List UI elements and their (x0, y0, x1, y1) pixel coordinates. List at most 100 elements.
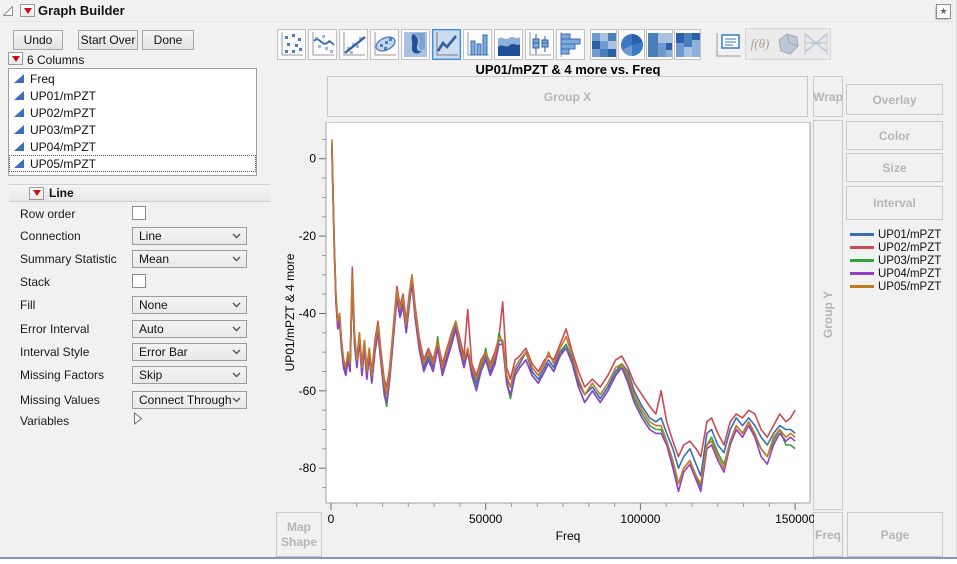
column-item-freq[interactable]: Freq (9, 70, 256, 87)
interval-label: Interval (873, 196, 916, 210)
variables-disclosure-icon[interactable] (133, 412, 143, 425)
legend-line-swatch (850, 233, 874, 236)
gallery-mosaic-button[interactable] (674, 29, 701, 60)
legend-line-swatch (850, 285, 874, 288)
legend-item[interactable]: UP02/mPZT (850, 241, 941, 254)
interval-style-label: Interval Style (20, 345, 89, 359)
chevron-down-icon (232, 397, 241, 403)
graph-builder-window: Graph Builder ★ Undo Start Over Done 6 C… (0, 0, 957, 557)
line-red-triangle-button[interactable] (29, 187, 44, 200)
red-triangle-menu-button[interactable] (20, 4, 35, 17)
svg-text:100000: 100000 (620, 512, 660, 526)
drop-zone-size[interactable]: Size (846, 153, 943, 182)
gallery-area-button[interactable] (494, 29, 523, 60)
missing-values-select[interactable]: Connect Through (132, 391, 247, 409)
gallery-parallel-button (803, 31, 829, 57)
continuous-column-icon (13, 73, 25, 84)
summary-statistic-value: Mean (139, 252, 169, 266)
legend-item[interactable]: UP01/mPZT (850, 228, 941, 241)
column-item-up03[interactable]: UP03/mPZT (9, 121, 256, 138)
drop-zone-group-y[interactable]: Group Y (813, 120, 843, 510)
drop-zone-page[interactable]: Page (847, 512, 943, 557)
drop-zone-wrap[interactable]: Wrap (813, 76, 843, 117)
gallery-smoother-button[interactable] (308, 29, 337, 60)
continuous-column-icon (13, 90, 25, 101)
svg-text:-60: -60 (299, 384, 317, 398)
gallery-box-plot-button[interactable] (525, 29, 554, 60)
gallery-contour-button[interactable] (401, 29, 430, 60)
size-label: Size (882, 161, 906, 175)
legend-line-swatch (850, 272, 874, 275)
continuous-column-icon (13, 107, 25, 118)
legend-item[interactable]: UP04/mPZT (850, 267, 941, 280)
chevron-down-icon (232, 349, 241, 355)
outline-collapse-icon[interactable] (3, 6, 14, 17)
column-item-label: UP03/mPZT (30, 123, 96, 137)
bar-chart-icon (465, 31, 490, 58)
legend-label: UP04/mPZT (878, 268, 941, 280)
continuous-column-icon (13, 141, 25, 152)
gallery-pie-button[interactable] (618, 29, 645, 60)
interval-style-select[interactable]: Error Bar (132, 343, 247, 361)
undo-button[interactable]: Undo (13, 30, 63, 50)
column-item-up02[interactable]: UP02/mPZT (9, 104, 256, 121)
error-interval-select[interactable]: Auto (132, 320, 247, 338)
gallery-ellipse-button[interactable] (370, 29, 399, 60)
gallery-histogram-button[interactable] (556, 29, 585, 60)
svg-text:0: 0 (309, 152, 316, 166)
variables-label: Variables (20, 414, 69, 428)
plot-area[interactable]: 0500001000001500000-20-40-60-80FreqUP01/… (280, 122, 814, 547)
summary-statistic-label: Summary Statistic (20, 252, 117, 266)
histogram-icon (558, 31, 583, 58)
summary-statistic-select[interactable]: Mean (132, 250, 247, 268)
columns-list[interactable]: Freq UP01/mPZT UP02/mPZT UP03/mPZT UP04/… (8, 68, 257, 176)
drop-zone-interval[interactable]: Interval (846, 186, 943, 220)
chevron-down-icon (232, 326, 241, 332)
columns-red-triangle-button[interactable] (8, 52, 23, 65)
fill-select[interactable]: None (132, 296, 247, 314)
gallery-heatmap-button[interactable] (590, 29, 617, 60)
scatter-icon (279, 31, 304, 58)
column-item-up01[interactable]: UP01/mPZT (9, 87, 256, 104)
column-item-label: UP05/mPZT (30, 157, 96, 171)
continuous-column-icon (13, 124, 25, 135)
line-panel-header: Line (9, 184, 270, 202)
svg-text:-80: -80 (299, 461, 317, 475)
row-order-checkbox[interactable] (132, 206, 146, 220)
chevron-down-icon (232, 233, 241, 239)
legend-item[interactable]: UP05/mPZT (850, 280, 941, 293)
red-triangle-icon (24, 8, 32, 14)
caption-box-icon (713, 31, 743, 59)
done-button[interactable]: Done (142, 30, 194, 50)
connection-select[interactable]: Line (132, 227, 247, 245)
box-plot-icon (527, 31, 552, 58)
pin-icon[interactable]: ★ (936, 4, 951, 19)
gallery-line-of-fit-button[interactable] (339, 29, 368, 60)
legend-item[interactable]: UP03/mPZT (850, 254, 941, 267)
missing-values-label: Missing Values (20, 393, 100, 407)
gallery-scatter-button[interactable] (277, 29, 306, 60)
gallery-caption-box-button[interactable] (712, 29, 744, 60)
color-label: Color (879, 129, 910, 143)
drop-zone-overlay[interactable]: Overlay (846, 84, 943, 115)
gallery-treemap-button[interactable] (646, 29, 673, 60)
smoother-icon (310, 31, 335, 58)
drop-zone-group-x[interactable]: Group X (327, 76, 808, 117)
legend-label: UP03/mPZT (878, 255, 941, 267)
missing-factors-select[interactable]: Skip (132, 366, 247, 384)
stack-checkbox[interactable] (132, 274, 146, 288)
overlay-label: Overlay (872, 93, 916, 107)
line-of-fit-icon (341, 31, 366, 58)
drop-zone-color[interactable]: Color (846, 121, 943, 150)
gallery-line-button[interactable] (432, 29, 461, 60)
window-title: Graph Builder (38, 3, 125, 18)
gallery-bar-button[interactable] (463, 29, 492, 60)
drop-zone-freq[interactable]: Freq (813, 512, 843, 557)
chevron-down-icon (232, 256, 241, 262)
legend-label: UP02/mPZT (878, 242, 941, 254)
svg-text:0: 0 (328, 512, 335, 526)
map-shape-icon (775, 31, 801, 57)
start-over-button[interactable]: Start Over (78, 30, 138, 50)
column-item-up05[interactable]: UP05/mPZT (9, 155, 256, 172)
column-item-up04[interactable]: UP04/mPZT (9, 138, 256, 155)
